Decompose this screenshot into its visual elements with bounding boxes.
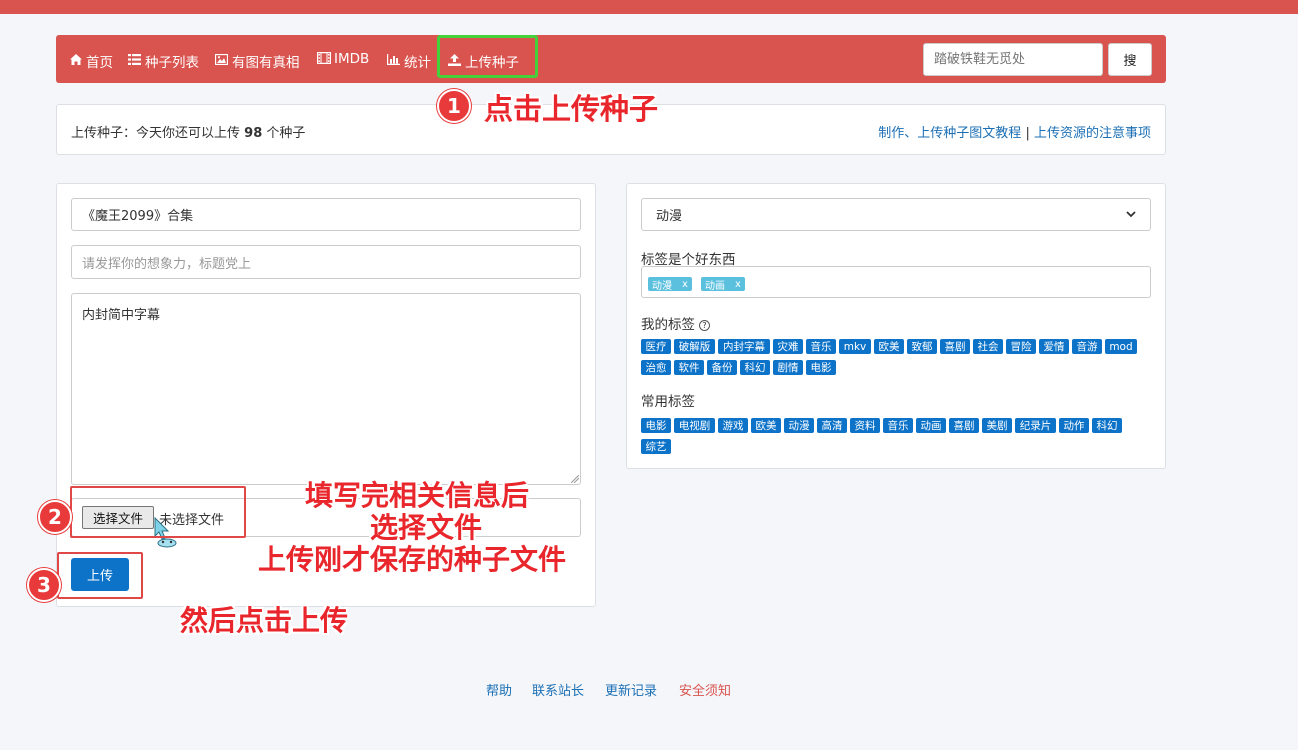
title-input[interactable]: 《魔王2099》合集 <box>71 198 581 231</box>
tag-chip[interactable]: 科幻 <box>740 360 770 375</box>
tag-chip[interactable]: 软件 <box>674 360 704 375</box>
tag-chip[interactable]: 科幻 <box>1092 418 1122 433</box>
nav-item-label: 首页 <box>86 55 113 71</box>
tag-chip[interactable]: 音乐 <box>806 339 836 354</box>
nav-item-label: 统计 <box>404 55 431 71</box>
film-icon <box>317 51 332 67</box>
tag-chip[interactable]: 动画 <box>916 418 946 433</box>
tag-chip[interactable]: mod <box>1105 339 1137 354</box>
tag-chip[interactable]: 综艺 <box>641 439 671 454</box>
chip-remove-icon[interactable]: x <box>682 279 688 290</box>
footer-contact-link[interactable]: 联系站长 <box>532 680 584 699</box>
quota-prefix: 上传种子：今天你还可以上传 <box>71 126 241 141</box>
tag-chip[interactable]: 喜剧 <box>949 418 979 433</box>
nav-item-label: 有图有真相 <box>232 55 300 71</box>
my-tags-label: 我的标签? <box>641 313 710 333</box>
chip-label: 动漫 <box>652 280 672 292</box>
chevron-down-icon <box>1126 211 1136 218</box>
help-links: 制作、上传种子图文教程 | 上传资源的注意事项 <box>878 122 1151 141</box>
footer-safety-link[interactable]: 安全须知 <box>679 680 731 699</box>
tag-chip[interactable]: 资料 <box>850 418 880 433</box>
tag-chip[interactable]: 游戏 <box>718 418 748 433</box>
file-button-redbox <box>70 486 246 538</box>
category-value: 动漫 <box>656 209 683 224</box>
tag-chip[interactable]: 欧美 <box>874 339 904 354</box>
tag-chip[interactable]: 电影 <box>641 418 671 433</box>
tag-chip[interactable]: 剧情 <box>773 360 803 375</box>
description-textarea[interactable]: 内封简中字幕 <box>71 293 581 485</box>
tag-chip[interactable]: 动漫 <box>784 418 814 433</box>
step-3-annotation: 然后点击上传 <box>180 604 349 637</box>
tag-chip[interactable]: 音游 <box>1072 339 1102 354</box>
tag-input[interactable]: 动漫 x 动画 x <box>641 266 1151 298</box>
tag-chip[interactable]: 医疗 <box>641 339 671 354</box>
tag-chip[interactable]: 高清 <box>817 418 847 433</box>
nav-item-label: 种子列表 <box>145 55 199 71</box>
tag-chip[interactable]: 动作 <box>1059 418 1089 433</box>
home-icon <box>69 54 82 68</box>
tag-chip[interactable]: 喜剧 <box>940 339 970 354</box>
tag-chip[interactable]: 社会 <box>973 339 1003 354</box>
selected-tag-chip: 动画 x <box>701 277 745 292</box>
step-2-annotation-line3: 上传刚才保存的种子文件 <box>258 543 567 576</box>
tag-chip[interactable]: mkv <box>839 339 871 354</box>
step-3-badge: 3 <box>27 568 61 602</box>
tag-chip[interactable]: 内封字幕 <box>718 339 770 354</box>
image-icon <box>214 53 229 68</box>
nav-item-label: IMDB <box>334 51 370 67</box>
chip-remove-icon[interactable]: x <box>735 279 741 290</box>
nav-item-home[interactable]: 首页 <box>69 51 113 71</box>
upload-highlight-box <box>437 35 538 78</box>
quota-count: 98 <box>244 126 263 141</box>
top-accent-bar <box>0 0 1298 14</box>
tag-chip[interactable]: 致郁 <box>907 339 937 354</box>
tag-chip[interactable]: 欧美 <box>751 418 781 433</box>
footer-help-link[interactable]: 帮助 <box>486 680 512 699</box>
selected-tag-chip: 动漫 x <box>648 277 692 292</box>
nav-item-gallery[interactable]: 有图有真相 <box>214 51 300 71</box>
tag-chip[interactable]: 灾难 <box>773 339 803 354</box>
tag-chip[interactable]: 治愈 <box>641 360 671 375</box>
nav-item-torrent-list[interactable]: 种子列表 <box>128 51 199 71</box>
step-2-badge: 2 <box>38 500 72 534</box>
step-1-badge: 1 <box>437 89 471 123</box>
resize-handle-icon[interactable] <box>571 475 579 483</box>
tag-chip[interactable]: 备份 <box>707 360 737 375</box>
nav-item-imdb[interactable]: IMDB <box>317 51 369 67</box>
search-input[interactable] <box>923 43 1103 76</box>
tag-chip[interactable]: 冒险 <box>1006 339 1036 354</box>
nav-item-stats[interactable]: 统计 <box>387 51 431 71</box>
list-icon <box>128 54 141 68</box>
tutorial-link[interactable]: 制作、上传种子图文教程 <box>878 126 1021 141</box>
tag-chip[interactable]: 音乐 <box>883 418 913 433</box>
category-select[interactable]: 动漫 <box>641 198 1151 231</box>
tag-chip[interactable]: 美剧 <box>982 418 1012 433</box>
tag-chip[interactable]: 电视剧 <box>674 418 715 433</box>
tags-label: 标签是个好东西 <box>641 252 736 268</box>
upload-button-redbox <box>57 552 143 599</box>
search-button[interactable]: 搜 <box>1108 43 1152 76</box>
footer-changelog-link[interactable]: 更新记录 <box>605 680 657 699</box>
common-tags-label: 常用标签 <box>641 394 695 410</box>
subtitle-input[interactable]: 请发挥你的想象力，标题党上 <box>71 245 581 279</box>
quota-suffix: 个种子 <box>266 126 306 141</box>
tag-chip[interactable]: 破解版 <box>674 339 715 354</box>
tag-chip[interactable]: 电影 <box>806 360 836 375</box>
step-1-annotation: 点击上传种子 <box>484 92 659 126</box>
upload-quota-text: 上传种子：今天你还可以上传 98 个种子 <box>71 122 305 141</box>
notice-link[interactable]: 上传资源的注意事项 <box>1034 126 1151 141</box>
chip-label: 动画 <box>705 280 725 292</box>
description-text: 内封简中字幕 <box>82 308 161 323</box>
bar-chart-icon <box>387 54 400 68</box>
help-icon[interactable]: ? <box>699 319 710 331</box>
link-separator: | <box>1025 126 1030 141</box>
tag-chip[interactable]: 爱情 <box>1039 339 1069 354</box>
my-tags-text: 我的标签 <box>641 317 695 333</box>
tag-chip[interactable]: 纪录片 <box>1015 418 1056 433</box>
